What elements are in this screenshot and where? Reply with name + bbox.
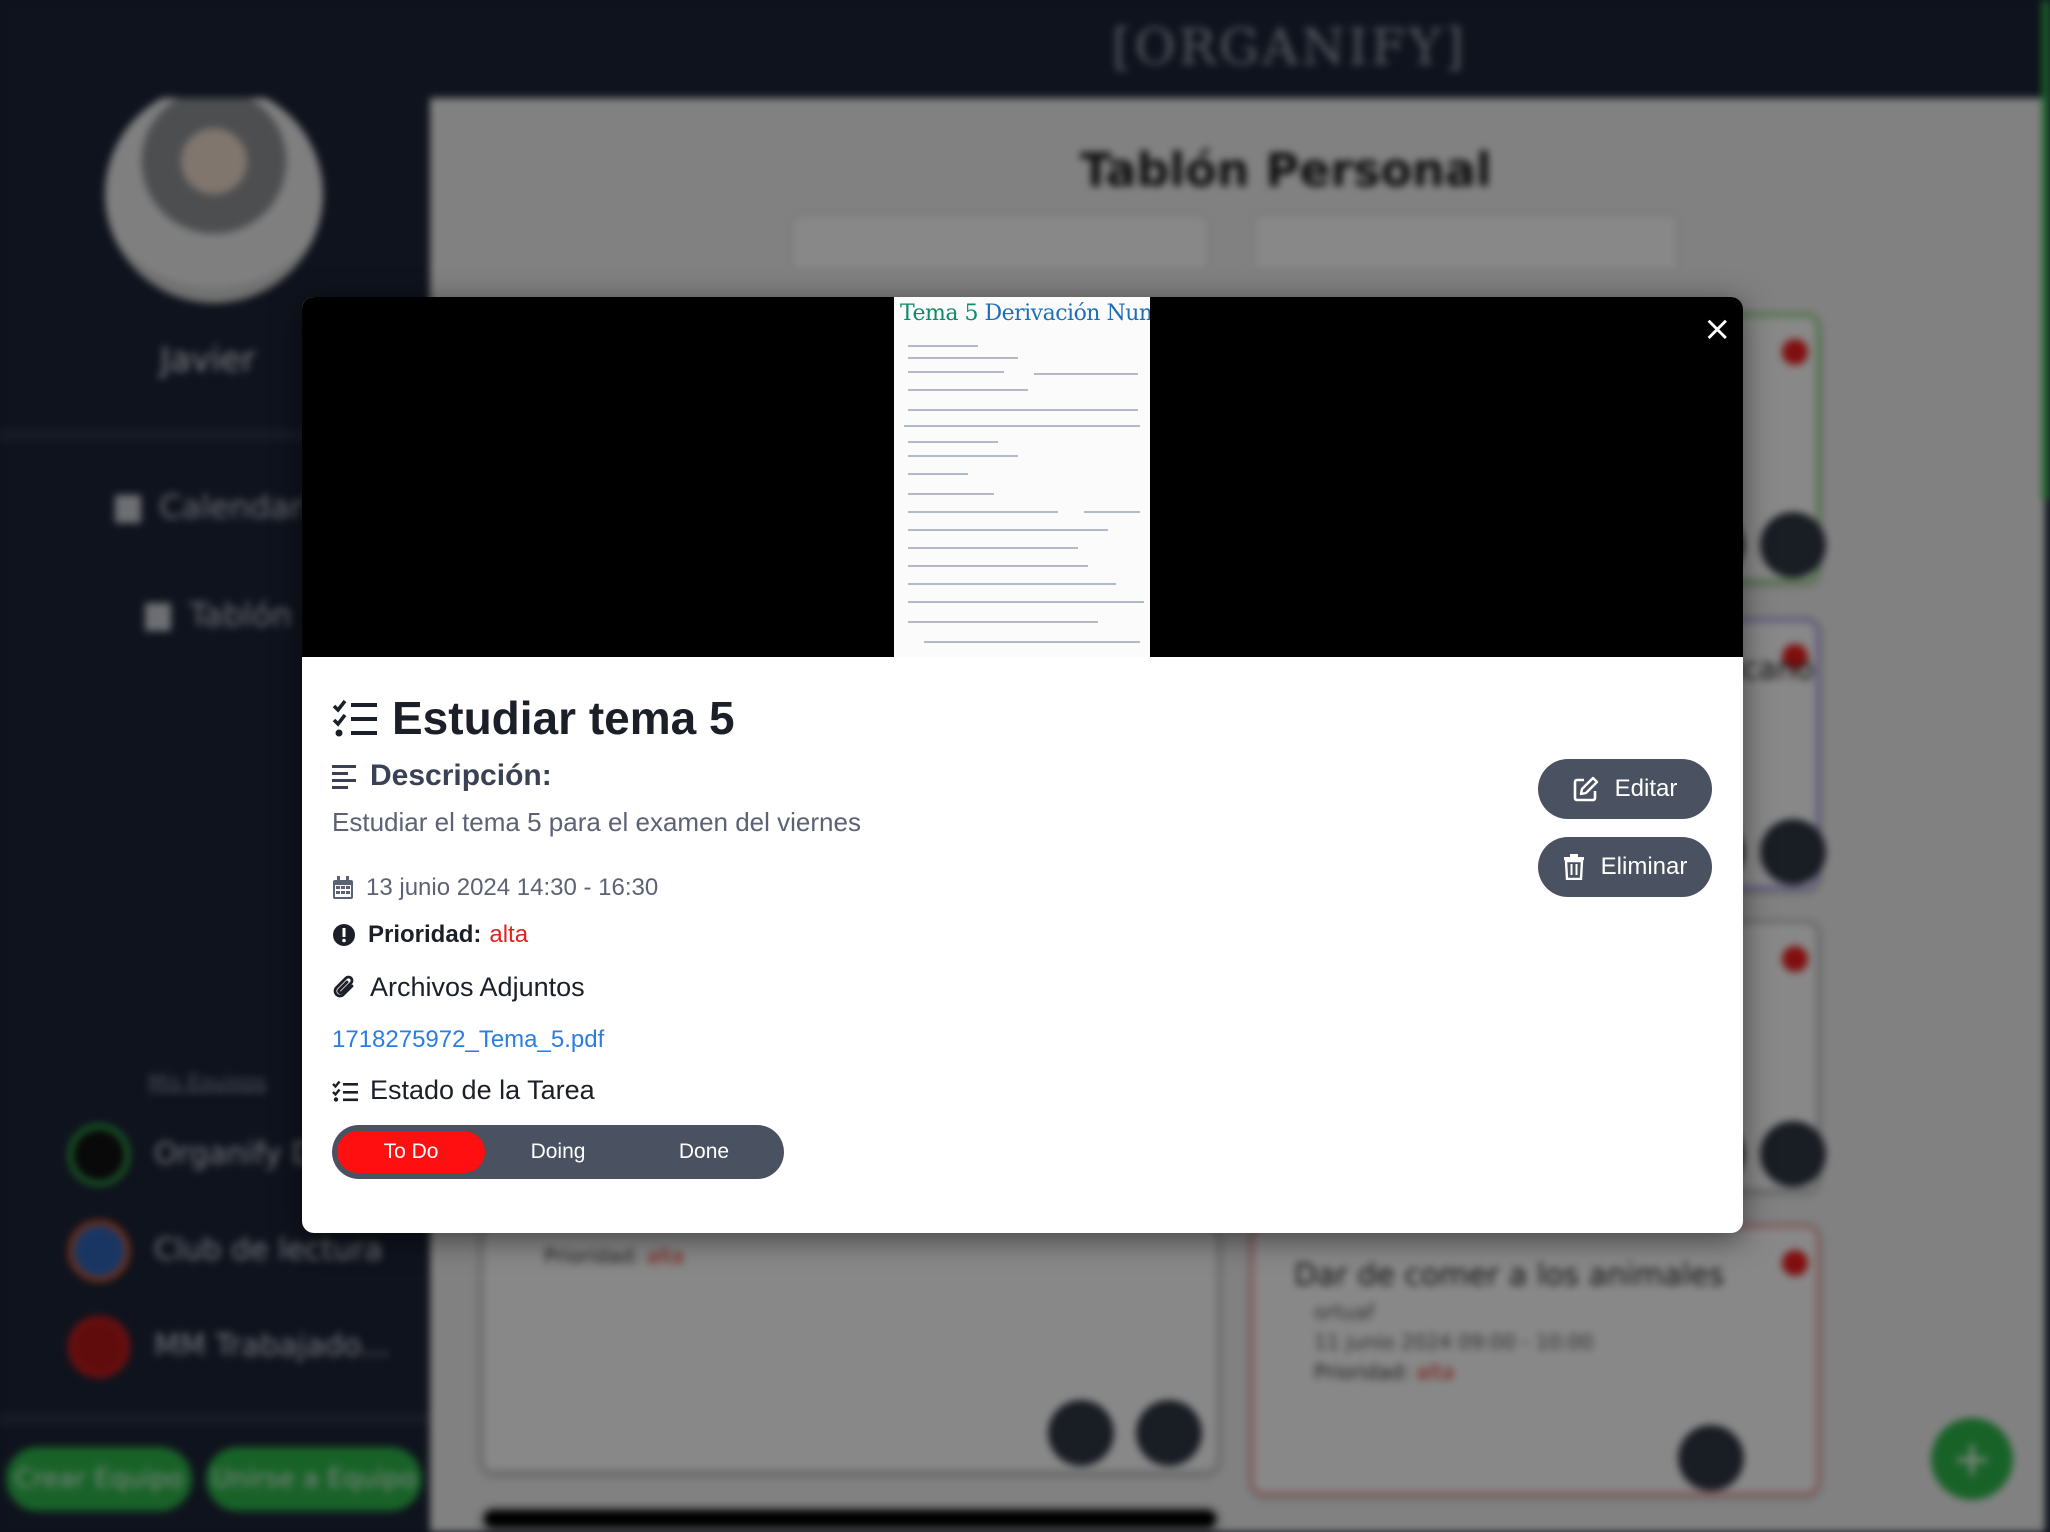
close-icon[interactable]: × xyxy=(1703,312,1732,346)
attachment-file-link[interactable]: 1718275972_Tema_5.pdf xyxy=(332,1026,604,1054)
edit-button[interactable]: Editar xyxy=(1538,759,1712,819)
task-title: Estudiar tema 5 xyxy=(392,692,735,744)
document-title-main: Tema 5 xyxy=(900,301,978,326)
document-title-sub: Derivación Numérica xyxy=(984,301,1150,326)
task-detail-modal: Tema 5 Derivación Numérica xyxy=(302,297,1743,1233)
description-text: Estudiar el tema 5 para el examen del vi… xyxy=(332,807,861,837)
attachment-preview: Tema 5 Derivación Numérica xyxy=(302,297,1743,657)
status-toggle-group: To Do Doing Done xyxy=(332,1125,784,1179)
edit-icon xyxy=(1573,776,1598,802)
document-thumbnail[interactable]: Tema 5 Derivación Numérica xyxy=(894,297,1150,657)
task-date: 13 junio 2024 14:30 - 16:30 xyxy=(366,874,659,901)
status-done-button[interactable]: Done xyxy=(631,1131,777,1173)
status-label: Estado de la Tarea xyxy=(370,1075,595,1105)
description-label: Descripción: xyxy=(370,759,552,792)
attachments-label: Archivos Adjuntos xyxy=(370,972,585,1002)
attachments-header: Archivos Adjuntos xyxy=(332,972,585,1003)
paperclip-icon xyxy=(332,974,358,1002)
priority-row: Prioridad: alta xyxy=(332,921,528,949)
align-left-icon xyxy=(332,763,358,789)
task-title-row: Estudiar tema 5 xyxy=(332,690,735,746)
tasks-icon xyxy=(332,1080,358,1102)
delete-button-label: Eliminar xyxy=(1600,853,1688,880)
document-title: Tema 5 Derivación Numérica xyxy=(900,301,1150,326)
edit-button-label: Editar xyxy=(1614,775,1678,802)
priority-label: Prioridad: xyxy=(368,921,482,948)
trash-icon xyxy=(1563,854,1584,880)
exclamation-circle-icon xyxy=(332,923,356,947)
status-header: Estado de la Tarea xyxy=(332,1075,595,1106)
date-row: 13 junio 2024 14:30 - 16:30 xyxy=(332,874,658,902)
calendar-icon xyxy=(332,876,354,900)
description-label-row: Descripción: xyxy=(332,759,552,793)
priority-value: alta xyxy=(489,921,529,948)
status-doing-button[interactable]: Doing xyxy=(485,1131,631,1173)
delete-button[interactable]: Eliminar xyxy=(1538,837,1712,897)
tasks-icon xyxy=(332,698,378,738)
status-todo-button[interactable]: To Do xyxy=(337,1131,485,1173)
